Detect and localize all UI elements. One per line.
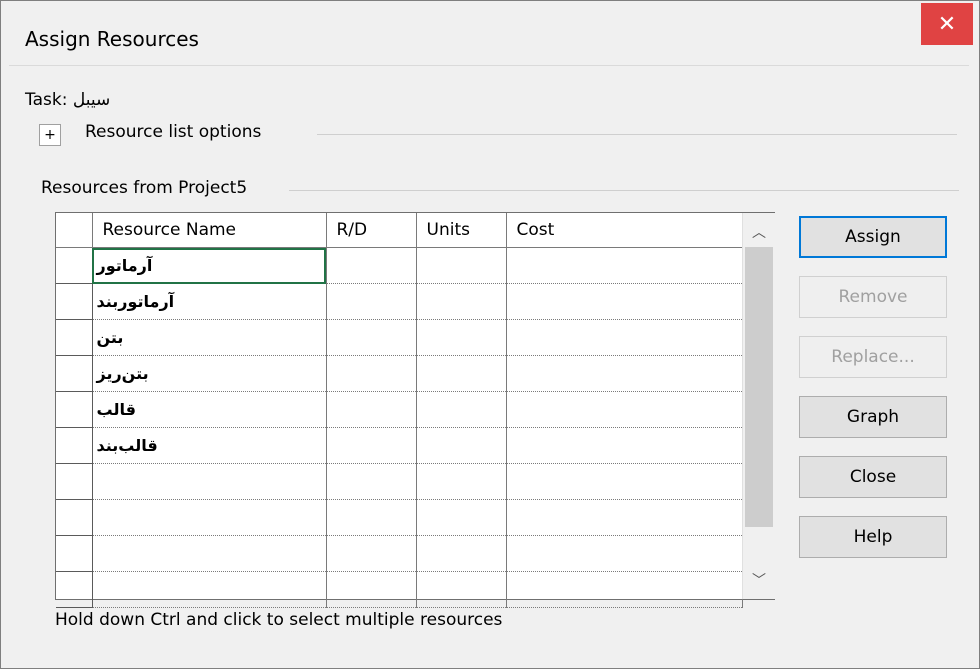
cell-cost[interactable]	[506, 535, 743, 572]
cell-units[interactable]	[416, 247, 507, 284]
multi-select-hint: Hold down Ctrl and click to select multi…	[55, 610, 503, 630]
cell-resource-name[interactable]: آرماتور	[92, 247, 327, 284]
cell-rd[interactable]	[326, 283, 417, 320]
cell-rd[interactable]	[326, 535, 417, 572]
select-all-corner[interactable]	[56, 213, 93, 248]
table-row[interactable]: قالب	[56, 391, 743, 428]
assign-button[interactable]: Assign	[799, 216, 947, 258]
column-header-resource-name[interactable]: Resource Name	[92, 213, 327, 248]
table-header-row: Resource Name R/D Units Cost	[56, 213, 743, 248]
cell-cost[interactable]	[506, 571, 743, 608]
close-button[interactable]: Close	[799, 456, 947, 498]
table-row[interactable]: بتن	[56, 319, 743, 356]
resource-grid[interactable]: Resource Name R/D Units Cost آرماتور آرم…	[55, 212, 775, 608]
row-header[interactable]	[56, 355, 93, 392]
remove-button[interactable]: Remove	[799, 276, 947, 318]
column-header-units[interactable]: Units	[416, 213, 507, 248]
table-row[interactable]: قالب‌بند	[56, 427, 743, 464]
row-header[interactable]	[56, 391, 93, 428]
table-row[interactable]	[56, 463, 743, 500]
table-row[interactable]	[56, 571, 743, 608]
table-row[interactable]	[56, 499, 743, 536]
column-header-cost[interactable]: Cost	[506, 213, 743, 248]
options-divider	[317, 134, 957, 135]
row-header[interactable]	[56, 535, 93, 572]
resource-table: Resource Name R/D Units Cost آرماتور آرم…	[56, 213, 743, 608]
cell-resource-name[interactable]: قالب‌بند	[92, 427, 327, 464]
replace-button[interactable]: Replace...	[799, 336, 947, 378]
cell-units[interactable]	[416, 355, 507, 392]
cell-cost[interactable]	[506, 463, 743, 500]
close-icon[interactable]: ✕	[921, 3, 973, 45]
row-header[interactable]	[56, 499, 93, 536]
cell-resource-name[interactable]: بتن	[92, 319, 327, 356]
cell-resource-name[interactable]	[92, 535, 327, 572]
cell-resource-name[interactable]: قالب	[92, 391, 327, 428]
row-header[interactable]	[56, 463, 93, 500]
expand-plus-icon[interactable]: +	[39, 124, 61, 146]
graph-button[interactable]: Graph	[799, 396, 947, 438]
cell-units[interactable]	[416, 319, 507, 356]
resource-list-options-label[interactable]: Resource list options	[85, 122, 261, 142]
cell-resource-name[interactable]	[92, 571, 327, 608]
cell-units[interactable]	[416, 535, 507, 572]
cell-cost[interactable]	[506, 391, 743, 428]
cell-units[interactable]	[416, 283, 507, 320]
cell-cost[interactable]	[506, 283, 743, 320]
cell-rd[interactable]	[326, 463, 417, 500]
task-label: Task: سیبل	[25, 90, 111, 110]
column-header-rd[interactable]: R/D	[326, 213, 417, 248]
cell-units[interactable]	[416, 391, 507, 428]
cell-rd[interactable]	[326, 355, 417, 392]
cell-rd[interactable]	[326, 319, 417, 356]
cell-resource-name[interactable]	[92, 463, 327, 500]
cell-resource-name[interactable]: آرماتوربند	[92, 283, 327, 320]
cell-units[interactable]	[416, 571, 507, 608]
resource-list-options-row: + Resource list options	[39, 120, 959, 150]
cell-rd[interactable]	[326, 571, 417, 608]
cell-resource-name[interactable]: بتن‌ریز	[92, 355, 327, 392]
dialog-title: Assign Resources	[25, 27, 199, 51]
scroll-down-icon[interactable]: ﹀	[743, 565, 775, 595]
row-header[interactable]	[56, 427, 93, 464]
table-row[interactable]: بتن‌ریز	[56, 355, 743, 392]
vertical-scrollbar[interactable]: ︿ ﹀	[742, 213, 775, 599]
table-row[interactable]: آرماتور	[56, 247, 743, 284]
cell-cost[interactable]	[506, 427, 743, 464]
help-button[interactable]: Help	[799, 516, 947, 558]
cell-cost[interactable]	[506, 247, 743, 284]
row-header[interactable]	[56, 319, 93, 356]
cell-cost[interactable]	[506, 355, 743, 392]
row-header[interactable]	[56, 283, 93, 320]
cell-units[interactable]	[416, 463, 507, 500]
resources-group-label: Resources from Project5	[41, 178, 248, 198]
dialog-body: Task: سیبل + Resource list options Resou…	[9, 65, 969, 658]
table-row[interactable]	[56, 535, 743, 572]
table-row[interactable]: آرماتوربند	[56, 283, 743, 320]
group-divider	[289, 190, 959, 191]
cell-cost[interactable]	[506, 499, 743, 536]
cell-rd[interactable]	[326, 247, 417, 284]
cell-units[interactable]	[416, 427, 507, 464]
scroll-up-icon[interactable]: ︿	[743, 217, 775, 247]
cell-units[interactable]	[416, 499, 507, 536]
cell-rd[interactable]	[326, 499, 417, 536]
cell-cost[interactable]	[506, 319, 743, 356]
cell-rd[interactable]	[326, 427, 417, 464]
scroll-thumb[interactable]	[745, 247, 773, 527]
cell-resource-name[interactable]	[92, 499, 327, 536]
assign-resources-dialog: Assign Resources ✕ Task: سیبل + Resource…	[0, 0, 980, 669]
cell-rd[interactable]	[326, 391, 417, 428]
row-header[interactable]	[56, 247, 93, 284]
row-header[interactable]	[56, 571, 93, 608]
